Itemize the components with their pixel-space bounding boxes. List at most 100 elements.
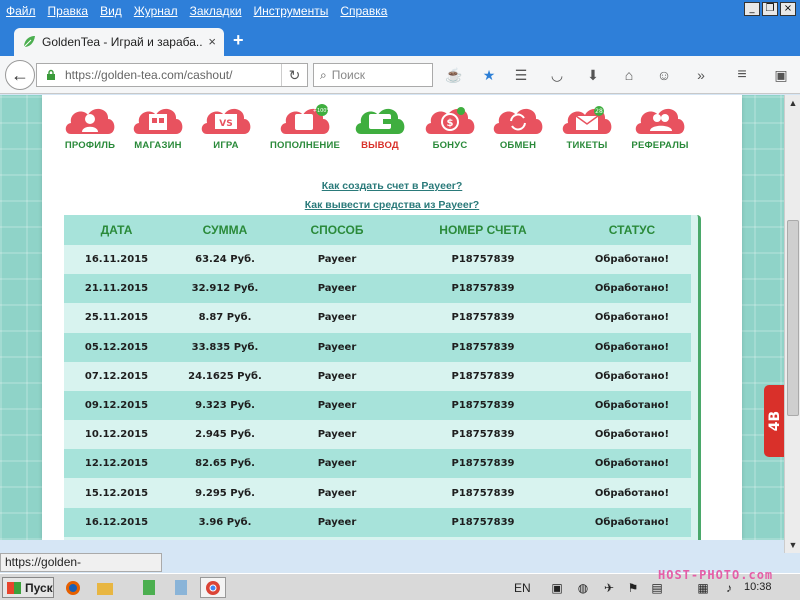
tab-close-icon[interactable]: × bbox=[208, 34, 216, 49]
back-button[interactable]: ← bbox=[5, 60, 35, 90]
link-withdraw-help[interactable]: Как вывести средства из Payeer? bbox=[42, 199, 742, 211]
taskbar-calculator-icon[interactable] bbox=[168, 577, 194, 598]
taskbar-folder-icon[interactable] bbox=[92, 577, 118, 598]
svg-text:$: $ bbox=[447, 118, 454, 129]
hamburger-menu-icon[interactable]: ≡ bbox=[733, 66, 751, 84]
cell-amount: 2.945 Руб. bbox=[195, 429, 255, 441]
start-label: Пуск bbox=[25, 580, 53, 595]
new-tab-button[interactable]: + bbox=[233, 31, 244, 49]
menu-deposit[interactable]: +100% ПОПОЛНЕНИЕ bbox=[265, 104, 345, 151]
tray-network-icon[interactable]: ▦ bbox=[690, 577, 716, 598]
minimize-button[interactable]: _ bbox=[744, 2, 760, 16]
cell-status: Обработано! bbox=[594, 400, 670, 411]
table-row: 07.12.2015 24.1625 Руб. Payeer P18757839 Обр… bbox=[64, 361, 691, 391]
pocket-icon[interactable]: ◡ bbox=[548, 66, 566, 84]
restore-button[interactable]: ❐ bbox=[762, 2, 778, 16]
cell-account: P18757839 bbox=[451, 516, 515, 528]
menu-help[interactable]: Справка bbox=[334, 4, 393, 18]
tray-volume-icon[interactable]: ♪ bbox=[716, 577, 742, 598]
cell-amount: 63.24 Руб. bbox=[195, 254, 255, 265]
menu-bookmarks[interactable]: Закладки bbox=[184, 4, 248, 18]
url-bar[interactable]: https://golden-tea.com/cashout/ ↻ bbox=[36, 63, 308, 87]
cell-account: P18757839 bbox=[451, 487, 515, 499]
cell-status: Обработано! bbox=[594, 341, 670, 353]
cell-date: 07.12.2015 bbox=[84, 370, 149, 382]
cell-amount: 24.1625 Руб. bbox=[188, 370, 262, 382]
cell-method: Payeer bbox=[317, 341, 357, 353]
menu-view[interactable]: Вид bbox=[94, 4, 128, 18]
goldentea-leaf-icon bbox=[23, 36, 35, 48]
table-row: 05.12.2015 33.835 Руб. Payeer P18757839 Обра… bbox=[64, 332, 691, 362]
tray-icon-2[interactable]: ◍ bbox=[570, 577, 596, 598]
picture-icon[interactable]: ▣ bbox=[772, 66, 790, 84]
menu-edit[interactable]: Правка bbox=[42, 4, 95, 18]
cell-method: Payeer bbox=[317, 370, 357, 382]
table-row: 15.12.2015 9.295 Руб. Payeer P18757839 Обраб… bbox=[64, 478, 691, 508]
cell-amount: 82.65 Руб. bbox=[195, 458, 255, 470]
vertical-scrollbar[interactable]: ▲ ▼ bbox=[784, 95, 800, 553]
overflow-chevron-icon[interactable]: » bbox=[692, 66, 710, 84]
tray-icon-3[interactable]: ✈ bbox=[596, 577, 622, 598]
svg-text:+100%: +100% bbox=[313, 108, 332, 114]
exchange-icon bbox=[493, 108, 543, 134]
tray-icon-1[interactable]: ▣ bbox=[544, 577, 570, 598]
tab-goldentea[interactable]: GoldenTea - Играй и зараба... × bbox=[14, 28, 224, 56]
cashout-table: ДАТА СУММА СПОСОБ НОМЕР СЧЕТА СТАТУС 16.… bbox=[64, 215, 701, 540]
cell-account: P18757839 bbox=[451, 312, 515, 324]
taskbar-chrome-icon[interactable] bbox=[200, 577, 226, 598]
menu-file[interactable]: Файл bbox=[0, 4, 42, 18]
bookmark-star-icon[interactable]: ★ bbox=[480, 66, 498, 84]
cell-amount: 33.835 Руб. bbox=[191, 341, 259, 353]
menu-tickets[interactable]: 28 ТИКЕТЫ bbox=[547, 104, 627, 151]
scroll-down-icon[interactable]: ▼ bbox=[785, 537, 800, 553]
cell-amount: 8.87 Руб. bbox=[198, 312, 252, 324]
cell-status: Обработано! bbox=[594, 254, 670, 265]
referrals-icon bbox=[635, 108, 685, 134]
bookmarks-list-icon[interactable]: ☰ bbox=[512, 66, 530, 84]
wallet-icon bbox=[355, 108, 405, 134]
reload-icon[interactable]: ↻ bbox=[281, 64, 307, 86]
menu-game[interactable]: VS ИГРА bbox=[186, 104, 266, 151]
menu-deposit-label: ПОПОЛНЕНИЕ bbox=[269, 140, 341, 151]
status-link-preview: https://golden-tea.com/cashout bbox=[0, 553, 162, 586]
taskbar-notepad-icon[interactable] bbox=[136, 577, 162, 598]
svg-text:28: 28 bbox=[595, 108, 603, 115]
start-button[interactable]: Пуск bbox=[2, 577, 54, 598]
search-input[interactable]: ⌕ Поиск bbox=[313, 63, 433, 87]
side-tab-4b[interactable]: 4B bbox=[764, 385, 784, 457]
table-row: 25.11.2015 8.87 Руб. Payeer P18757839 Обрабо… bbox=[64, 303, 691, 333]
taskbar-firefox-icon[interactable] bbox=[60, 577, 86, 598]
close-window-button[interactable]: × bbox=[780, 2, 796, 16]
svg-text:VS: VS bbox=[219, 119, 232, 129]
menu-history[interactable]: Журнал bbox=[128, 4, 184, 18]
scroll-up-icon[interactable]: ▲ bbox=[785, 95, 800, 111]
menu-exchange[interactable]: ОБМЕН bbox=[478, 104, 558, 151]
table-row: 12.12.2015 82.65 Руб. Payeer P18757839 Обраб… bbox=[64, 449, 691, 479]
page-viewport: ПРОФИЛЬ МАГАЗИН VS ИГРА +100% ПОПОЛНЕНИЕ… bbox=[0, 95, 784, 540]
table-row: 09.12.2015 9.323 Руб. Payeer P18757839 Обраб… bbox=[64, 391, 691, 420]
cell-status: Обработано! bbox=[594, 458, 670, 470]
scroll-thumb[interactable] bbox=[787, 220, 799, 416]
cell-date: 09.12.2015 bbox=[84, 400, 149, 411]
menu-referrals[interactable]: РЕФЕРАЛЫ bbox=[620, 104, 700, 151]
header-account: НОМЕР СЧЕТА bbox=[439, 223, 527, 237]
menu-withdraw-label: ВЫВОД bbox=[361, 140, 399, 151]
menu-withdraw[interactable]: ВЫВОД bbox=[340, 104, 420, 151]
tray-icon-4[interactable]: ⚑ bbox=[620, 577, 646, 598]
smiley-icon[interactable]: ☺ bbox=[655, 66, 673, 84]
language-indicator[interactable]: EN bbox=[514, 581, 531, 595]
cell-date: 25.11.2015 bbox=[84, 312, 149, 324]
menu-exchange-label: ОБМЕН bbox=[499, 140, 537, 151]
downloads-icon[interactable]: ⬇ bbox=[584, 66, 602, 84]
home-icon[interactable]: ⌂ bbox=[620, 66, 638, 84]
table-row: 16.12.2015 3.96 Руб. Payeer P18757839 Обрабо… bbox=[64, 507, 691, 537]
windows-flag-icon bbox=[7, 581, 21, 594]
extension-icon[interactable]: ☕ bbox=[445, 66, 463, 84]
cell-date: 21.11.2015 bbox=[84, 283, 149, 295]
cell-amount: 9.323 Руб. bbox=[195, 400, 255, 411]
cell-account: P18757839 bbox=[451, 254, 515, 265]
cell-method: Payeer bbox=[317, 516, 357, 528]
menu-tools[interactable]: Инструменты bbox=[248, 4, 335, 18]
link-create-account[interactable]: Как создать счет в Payeer? bbox=[42, 180, 742, 192]
tray-icon-5[interactable]: ▤ bbox=[644, 577, 670, 598]
